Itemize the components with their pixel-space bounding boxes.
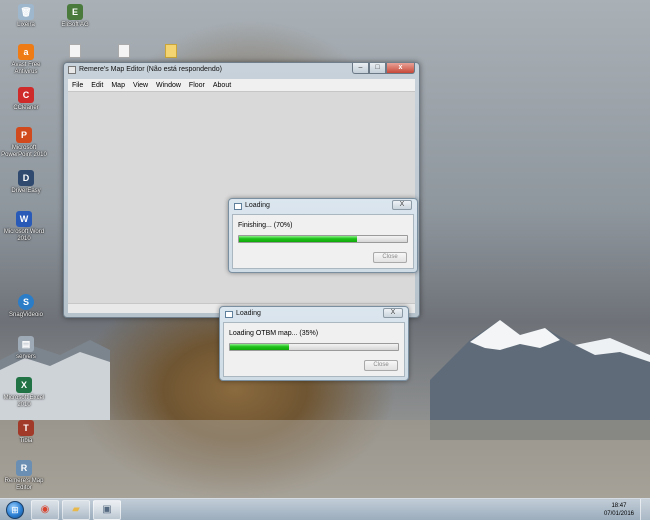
- desktop-icon-label: Microsoft Excel 2010: [3, 395, 45, 408]
- loading-message: Loading OTBM map... (35%): [229, 330, 319, 337]
- window-title: Remere's Map Editor (Não está respondend…: [79, 66, 222, 73]
- menu-about[interactable]: About: [213, 82, 231, 89]
- menu-view[interactable]: View: [133, 82, 148, 89]
- desktop-icon-label: Tibia: [19, 438, 33, 444]
- desktop-file-icon[interactable]: [118, 44, 130, 58]
- loading-message: Finishing... (70%): [238, 222, 293, 229]
- desktop-icon-label: EliSoft AG: [61, 22, 89, 28]
- menu-edit[interactable]: Edit: [91, 82, 103, 89]
- maximize-button[interactable]: □: [369, 63, 386, 74]
- minimize-button[interactable]: –: [352, 63, 369, 74]
- dialog-close-x-button[interactable]: X: [383, 308, 403, 318]
- dialog-body: Finishing... (70%) Close: [232, 214, 414, 269]
- folder-icon[interactable]: [165, 44, 177, 58]
- close-button[interactable]: Close: [373, 252, 407, 263]
- desktop-icon-servers[interactable]: ▤ servers: [3, 336, 49, 361]
- desktop-icon-label: Lixeira: [17, 22, 35, 28]
- menu-bar: File Edit Map View Window Floor About: [68, 79, 415, 91]
- window-titlebar[interactable]: Remere's Map Editor (Não está respondend…: [64, 63, 419, 78]
- desktop-icon-label: SnagVideoio: [9, 312, 43, 318]
- elisoft-icon: E: [67, 4, 83, 20]
- dialog-title: Loading: [245, 202, 270, 209]
- desktop-icon-avast[interactable]: a Avast Free Antivirus: [3, 44, 49, 76]
- word-icon: W: [16, 211, 32, 227]
- menu-window[interactable]: Window: [156, 82, 181, 89]
- powerpoint-icon: P: [16, 127, 32, 143]
- show-desktop-button[interactable]: [640, 499, 650, 520]
- desktop-icon-elisoft[interactable]: E EliSoft AG: [52, 4, 98, 29]
- excel-icon: X: [16, 377, 32, 393]
- app-icon: [68, 66, 76, 74]
- tray-clock[interactable]: 18:47 07/01/2016: [604, 502, 634, 518]
- dialog-body: Loading OTBM map... (35%) Close: [223, 322, 405, 377]
- desktop-icon-drivereasy[interactable]: D DriverEasy: [3, 170, 49, 195]
- loading-dialog-finishing[interactable]: Loading X Finishing... (70%) Close: [228, 198, 418, 273]
- desktop-file-icon[interactable]: [69, 44, 81, 58]
- menu-floor[interactable]: Floor: [189, 82, 205, 89]
- dialog-close-x-button[interactable]: X: [392, 200, 412, 210]
- desktop-icon-label: DriverEasy: [11, 188, 41, 194]
- progress-bar: [238, 235, 408, 243]
- map-editor-taskbar-icon[interactable]: ▣: [93, 500, 121, 520]
- loading-dialog-otbm[interactable]: Loading X Loading OTBM map... (35%) Clos…: [219, 306, 409, 381]
- recycle-bin-icon: 🗑: [18, 4, 34, 20]
- dialog-app-icon: [225, 311, 233, 318]
- menu-file[interactable]: File: [72, 82, 83, 89]
- close-button[interactable]: x: [386, 63, 415, 74]
- desktop-icon-label: CCleaner: [13, 105, 39, 111]
- tibia-icon: T: [18, 420, 34, 436]
- desktop-icon-lixeira[interactable]: 🗑 Lixeira: [3, 4, 49, 29]
- desktop-icon-ccleaner[interactable]: C CCleaner: [3, 87, 49, 112]
- desktop-icon-word[interactable]: W Microsoft Word 2010: [1, 211, 47, 243]
- taskbar: ⊞ ◉ ▰ ▣ 18:47 07/01/2016: [0, 498, 650, 520]
- desktop-icon-tibia[interactable]: T Tibia: [3, 420, 49, 445]
- dialog-title: Loading: [236, 310, 261, 317]
- progress-fill: [239, 236, 357, 242]
- start-button[interactable]: ⊞: [6, 501, 24, 519]
- clock-date: 07/01/2016: [603, 511, 634, 517]
- drivereasy-icon: D: [18, 170, 34, 186]
- desktop-icon-label: servers: [16, 354, 36, 360]
- window-controls: – □ x: [352, 63, 415, 74]
- file-icon: ▤: [18, 336, 34, 352]
- chrome-icon[interactable]: ◉: [31, 500, 59, 520]
- dialog-app-icon: [234, 203, 242, 210]
- desktop-icon-excel[interactable]: X Microsoft Excel 2010: [1, 377, 47, 409]
- close-button[interactable]: Close: [364, 360, 398, 371]
- folder-icon[interactable]: ▰: [62, 500, 90, 520]
- desktop-icon-label: Avast Free Antivirus: [11, 62, 41, 75]
- menu-map[interactable]: Map: [111, 82, 125, 89]
- desktop-icon-label: Microsoft PowerPoint 2010: [1, 145, 47, 158]
- remeres-map-editor-icon: R: [16, 460, 32, 476]
- desktop-icon-label: Microsoft Word 2010: [3, 229, 45, 242]
- clock-time: 18:47: [611, 503, 627, 509]
- progress-fill: [230, 344, 289, 350]
- ccleaner-icon: C: [18, 87, 34, 103]
- desktop-icon-powerpoint[interactable]: P Microsoft PowerPoint 2010: [1, 127, 47, 159]
- progress-bar: [229, 343, 399, 351]
- desktop-icon-snagvideo[interactable]: S SnagVideoio: [3, 294, 49, 319]
- avast-icon: a: [18, 44, 34, 60]
- snagvideo-icon: S: [18, 294, 34, 310]
- desktop-icon-remeres[interactable]: R Remere's Map Editor: [1, 460, 47, 492]
- map-editor-window[interactable]: Remere's Map Editor (Não está respondend…: [63, 62, 420, 318]
- desktop-icon-label: Remere's Map Editor: [4, 478, 44, 491]
